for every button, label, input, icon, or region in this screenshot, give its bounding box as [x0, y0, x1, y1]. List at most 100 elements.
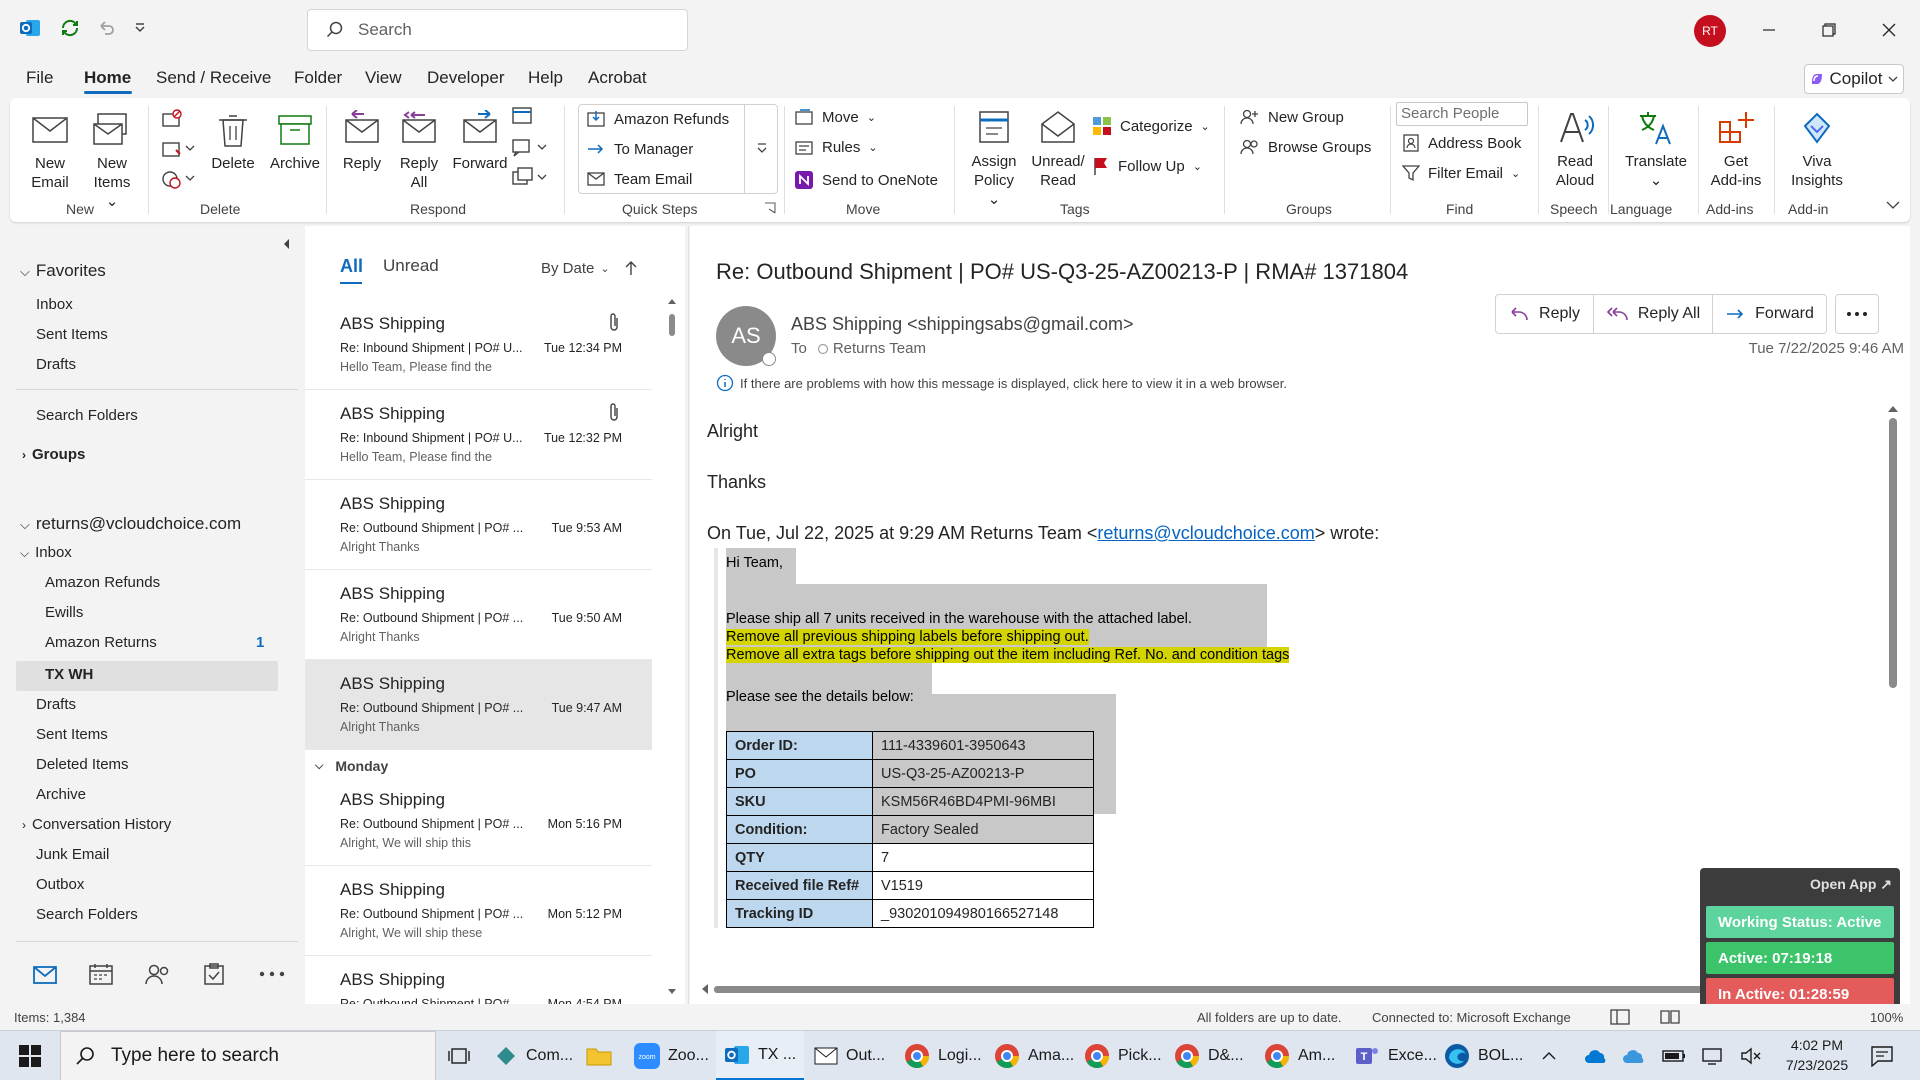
- more-respond-icon[interactable]: [510, 166, 550, 188]
- forward-button[interactable]: Forward: [450, 110, 510, 173]
- folder-tx-wh[interactable]: TX WH: [45, 666, 93, 683]
- menu-help[interactable]: Help: [528, 68, 563, 88]
- inbox-folder[interactable]: ⌵ Inbox: [20, 544, 72, 561]
- clean-up-icon[interactable]: [160, 138, 196, 160]
- list-item[interactable]: ABS Shipping Re: Outbound Shipment | PO#…: [305, 570, 652, 660]
- folder-drafts[interactable]: Drafts: [36, 696, 76, 713]
- folder-deleted-items[interactable]: Deleted Items: [36, 756, 129, 773]
- folder-amazon-returns[interactable]: Amazon Returns: [45, 634, 157, 651]
- quick-step-to-manager[interactable]: To Manager: [586, 140, 693, 158]
- sort-by-date-button[interactable]: By Date ⌄: [541, 260, 610, 277]
- groups-header[interactable]: › Groups: [22, 446, 85, 463]
- tasks-nav-icon[interactable]: [202, 962, 226, 986]
- taskbar-search[interactable]: Type here to search: [60, 1031, 436, 1080]
- task-view-icon[interactable]: [440, 1031, 478, 1080]
- new-email-button[interactable]: New Email: [26, 110, 74, 192]
- unread-read-button[interactable]: Unread/ Read: [1028, 108, 1088, 190]
- onedrive-2-icon[interactable]: [1614, 1031, 1654, 1080]
- info-bar[interactable]: If there are problems with how this mess…: [716, 374, 1287, 392]
- folder-archive[interactable]: Archive: [36, 786, 86, 803]
- user-avatar[interactable]: RT: [1694, 15, 1726, 47]
- battery-icon[interactable]: [1654, 1031, 1694, 1080]
- meeting-reply-icon[interactable]: [510, 104, 536, 126]
- rules-button[interactable]: Rules ⌄: [794, 138, 878, 156]
- folder-conversation-history[interactable]: › Conversation History: [22, 816, 171, 833]
- sync-icon[interactable]: [56, 14, 84, 42]
- archive-button[interactable]: Archive: [266, 110, 324, 173]
- move-button[interactable]: Move ⌄: [794, 108, 876, 126]
- get-addins-button[interactable]: Get Add-ins: [1706, 108, 1766, 190]
- sender-name-email[interactable]: ABS Shipping <shippingsabs@gmail.com>: [791, 314, 1133, 335]
- menu-send-receive[interactable]: Send / Receive: [156, 68, 271, 88]
- filter-email-button[interactable]: Filter Email ⌄: [1402, 164, 1520, 182]
- taskbar-app-outlook-active[interactable]: TX ...: [716, 1031, 805, 1080]
- tab-unread[interactable]: Unread: [383, 256, 439, 276]
- folder-junk-email[interactable]: Junk Email: [36, 846, 109, 863]
- list-scrollbar[interactable]: [665, 294, 679, 999]
- taskbar-app-chrome-1[interactable]: Logi...: [896, 1031, 990, 1080]
- im-reply-icon[interactable]: [510, 136, 550, 158]
- read-aloud-button[interactable]: Read Aloud: [1548, 108, 1602, 190]
- list-item[interactable]: ABS Shipping Re: Inbound Shipment | PO# …: [305, 390, 652, 480]
- folder-outbox[interactable]: Outbox: [36, 876, 84, 893]
- fav-sent-items[interactable]: Sent Items: [36, 326, 108, 343]
- sort-direction-icon[interactable]: [625, 260, 637, 276]
- tab-all[interactable]: All: [340, 256, 363, 277]
- search-folders-fav[interactable]: Search Folders: [36, 407, 138, 424]
- onedrive-icon[interactable]: [1576, 1031, 1616, 1080]
- junk-icon[interactable]: [160, 168, 196, 190]
- taskbar-app-chrome-2[interactable]: Ama...: [986, 1031, 1082, 1080]
- undo-icon[interactable]: [92, 14, 120, 42]
- more-apps-icon[interactable]: [258, 970, 286, 978]
- new-items-button[interactable]: New Items ⌄: [86, 110, 138, 211]
- quick-step-amazon-refunds[interactable]: Amazon Refunds: [586, 110, 729, 128]
- categorize-button[interactable]: Categorize ⌄: [1092, 116, 1210, 136]
- menu-home[interactable]: Home: [84, 68, 131, 88]
- assign-policy-button[interactable]: Assign Policy ⌄: [966, 108, 1022, 209]
- taskbar-app-teams[interactable]: T Exce...: [1346, 1031, 1445, 1080]
- search-people-input[interactable]: Search People: [1396, 102, 1528, 126]
- account-header[interactable]: ⌵ returns@vcloudchoice.com: [20, 514, 241, 534]
- folder-sent-items[interactable]: Sent Items: [36, 726, 108, 743]
- menu-folder[interactable]: Folder: [294, 68, 342, 88]
- search-input[interactable]: Search: [307, 9, 688, 51]
- collapse-pane-icon[interactable]: [282, 238, 292, 250]
- close-window-button[interactable]: [1866, 10, 1912, 50]
- mail-nav-icon[interactable]: [32, 964, 58, 986]
- taskbar-app-chrome-4[interactable]: D&...: [1166, 1031, 1252, 1080]
- reading-view-icon[interactable]: [1660, 1009, 1680, 1025]
- menu-acrobat[interactable]: Acrobat: [588, 68, 647, 88]
- customize-toolbar-icon[interactable]: [126, 14, 154, 42]
- send-to-onenote-button[interactable]: Send to OneNote: [794, 170, 938, 190]
- fav-inbox[interactable]: Inbox: [36, 296, 73, 313]
- quote-email-link[interactable]: returns@vcloudchoice.com: [1097, 523, 1314, 543]
- folder-search-folders[interactable]: Search Folders: [36, 906, 138, 923]
- notifications-icon[interactable]: [1862, 1031, 1902, 1080]
- ribbon-collapse-icon[interactable]: [1886, 200, 1900, 210]
- network-icon[interactable]: [1694, 1031, 1732, 1080]
- reply-all-button[interactable]: Reply All: [395, 110, 443, 192]
- calendar-nav-icon[interactable]: [88, 962, 114, 986]
- taskbar-app-chrome-5[interactable]: Am...: [1256, 1031, 1343, 1080]
- copilot-button[interactable]: Copilot: [1804, 64, 1904, 94]
- follow-up-button[interactable]: Follow Up ⌄: [1092, 156, 1202, 176]
- quick-steps-expand-button[interactable]: [744, 104, 778, 194]
- taskbar-app-chrome-3[interactable]: Pick...: [1076, 1031, 1170, 1080]
- list-item-selected[interactable]: ABS Shipping Re: Outbound Shipment | PO#…: [305, 660, 652, 750]
- clock[interactable]: 4:02 PM 7/23/2025: [1762, 1035, 1872, 1075]
- minimize-button[interactable]: [1746, 10, 1792, 50]
- normal-view-icon[interactable]: [1610, 1009, 1630, 1025]
- show-hidden-icons[interactable]: [1534, 1031, 1564, 1080]
- browse-groups-button[interactable]: Browse Groups: [1240, 138, 1371, 156]
- zoom-level[interactable]: 100%: [1870, 1010, 1903, 1025]
- group-header-monday[interactable]: ⌵ Monday: [315, 758, 388, 774]
- list-item[interactable]: ABS Shipping Re: Outbound Shipment | PO#…: [305, 866, 652, 956]
- menu-developer[interactable]: Developer: [427, 68, 505, 88]
- list-item[interactable]: ABS Shipping Re: Inbound Shipment | PO# …: [305, 300, 652, 390]
- list-item[interactable]: ABS Shipping Re: Outbound Shipment | PO#…: [305, 776, 652, 866]
- reply-all-button-reading[interactable]: Reply All: [1593, 294, 1713, 334]
- taskbar-app-edge[interactable]: BOL...: [1436, 1031, 1531, 1080]
- ignore-icon[interactable]: [160, 108, 184, 130]
- new-group-button[interactable]: New Group: [1240, 108, 1344, 126]
- taskbar-app-zoom[interactable]: zoom Zoo...: [626, 1031, 717, 1080]
